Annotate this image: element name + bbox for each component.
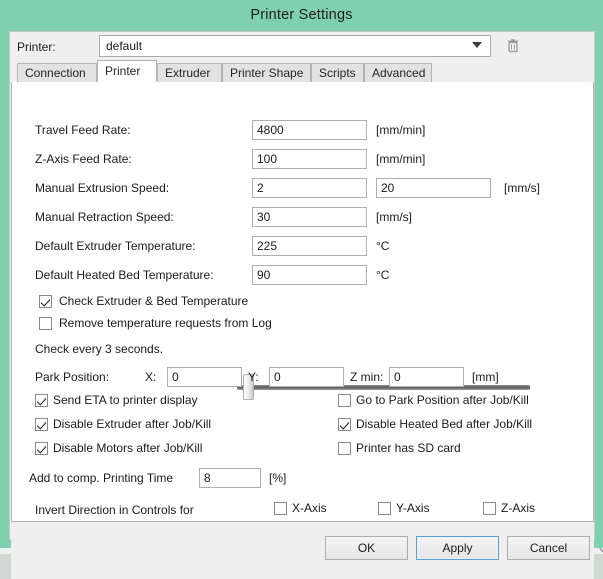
manual-retraction-speed-input[interactable]	[252, 207, 367, 227]
invert-y-axis-label[interactable]: Y-Axis	[396, 501, 430, 515]
printing-time-label: Add to comp. Printing Time	[29, 471, 173, 485]
invert-x-axis-checkbox[interactable]	[274, 502, 287, 515]
remove-temp-requests-checkbox[interactable]	[39, 317, 52, 330]
manual-extrusion-speed-label: Manual Extrusion Speed:	[35, 181, 169, 195]
manual-extrusion-speed-input-2[interactable]	[376, 178, 491, 198]
manual-extrusion-speed-input[interactable]	[252, 178, 367, 198]
disable-motors-label[interactable]: Disable Motors after Job/Kill	[53, 441, 202, 455]
default-bed-temp-unit: °C	[376, 268, 389, 282]
disable-heated-bed-checkbox[interactable]	[338, 418, 351, 431]
trash-icon-svg	[504, 37, 522, 55]
dialog-body: Printer: default Connection Printer Extr…	[9, 31, 595, 540]
printer-combobox[interactable]: default	[99, 35, 491, 57]
invert-y-axis-checkbox[interactable]	[378, 502, 391, 515]
park-position-label: Park Position:	[35, 370, 109, 384]
invert-z-axis-checkbox[interactable]	[483, 502, 496, 515]
default-extruder-temp-unit: °C	[376, 239, 389, 253]
default-extruder-temp-label: Default Extruder Temperature:	[35, 239, 196, 253]
z-axis-feed-rate-label: Z-Axis Feed Rate:	[35, 152, 132, 166]
travel-feed-rate-label: Travel Feed Rate:	[35, 123, 131, 137]
ok-button[interactable]: OK	[325, 536, 408, 560]
send-eta-checkbox[interactable]	[35, 394, 48, 407]
apply-button[interactable]: Apply	[416, 536, 499, 560]
check-extruder-bed-temp-checkbox[interactable]	[39, 295, 52, 308]
park-x-label: X:	[145, 370, 156, 384]
travel-feed-rate-input[interactable]	[252, 120, 367, 140]
chevron-down-icon[interactable]	[472, 42, 482, 48]
invert-x-axis-label[interactable]: X-Axis	[292, 501, 327, 515]
printing-time-unit: [%]	[269, 471, 286, 485]
printer-has-sd-card-label[interactable]: Printer has SD card	[356, 441, 461, 455]
printer-has-sd-card-checkbox[interactable]	[338, 442, 351, 455]
park-z-label: Z min:	[350, 370, 383, 384]
printer-settings-window: Printer Settings Printer: default Con	[0, 0, 603, 548]
z-axis-feed-rate-unit: [mm/min]	[376, 152, 425, 166]
send-eta-label[interactable]: Send ETA to printer display	[53, 393, 198, 407]
park-y-label: Y:	[248, 370, 259, 384]
goto-park-position-checkbox[interactable]	[338, 394, 351, 407]
z-axis-feed-rate-input[interactable]	[252, 149, 367, 169]
window-title: Printer Settings	[0, 0, 603, 31]
manual-retraction-speed-unit: [mm/s]	[376, 210, 412, 224]
printer-combobox-value: default	[106, 39, 142, 53]
cancel-button[interactable]: Cancel	[507, 536, 590, 560]
disable-motors-checkbox[interactable]	[35, 442, 48, 455]
invert-direction-label: Invert Direction in Controls for	[35, 503, 194, 517]
printer-tab-panel: Travel Feed Rate: [mm/min] Z-Axis Feed R…	[11, 82, 594, 522]
tab-printer-shape[interactable]: Printer Shape	[222, 63, 311, 82]
goto-park-position-label[interactable]: Go to Park Position after Job/Kill	[356, 393, 529, 407]
remove-temp-requests-label[interactable]: Remove temperature requests from Log	[59, 316, 272, 330]
park-position-unit: [mm]	[472, 370, 499, 384]
park-z-input[interactable]	[389, 367, 464, 387]
park-y-input[interactable]	[269, 367, 344, 387]
tab-connection[interactable]: Connection	[17, 63, 97, 82]
disable-heated-bed-label[interactable]: Disable Heated Bed after Job/Kill	[356, 417, 532, 431]
disable-extruder-checkbox[interactable]	[35, 418, 48, 431]
default-extruder-temp-input[interactable]	[252, 236, 367, 256]
tab-advanced[interactable]: Advanced	[364, 63, 432, 82]
manual-extrusion-speed-unit: [mm/s]	[504, 181, 540, 195]
invert-z-axis-label[interactable]: Z-Axis	[501, 501, 535, 515]
tabstrip: Connection Printer Extruder Printer Shap…	[11, 61, 594, 83]
disable-extruder-label[interactable]: Disable Extruder after Job/Kill	[53, 417, 211, 431]
tab-printer[interactable]: Printer	[97, 60, 157, 82]
default-bed-temp-input[interactable]	[252, 265, 367, 285]
check-extruder-bed-temp-label[interactable]: Check Extruder & Bed Temperature	[59, 294, 248, 308]
check-interval-label: Check every 3 seconds.	[35, 342, 163, 356]
dialog-button-bar: OK Apply Cancel	[11, 522, 594, 579]
trash-icon[interactable]	[504, 37, 522, 55]
travel-feed-rate-unit: [mm/min]	[376, 123, 425, 137]
tab-extruder[interactable]: Extruder	[157, 63, 222, 82]
printer-selector-row: Printer: default	[10, 32, 594, 63]
manual-retraction-speed-label: Manual Retraction Speed:	[35, 210, 174, 224]
printer-label: Printer:	[17, 40, 56, 54]
park-x-input[interactable]	[167, 367, 242, 387]
default-bed-temp-label: Default Heated Bed Temperature:	[35, 268, 214, 282]
tab-scripts[interactable]: Scripts	[311, 63, 364, 82]
printing-time-input[interactable]	[199, 468, 261, 488]
